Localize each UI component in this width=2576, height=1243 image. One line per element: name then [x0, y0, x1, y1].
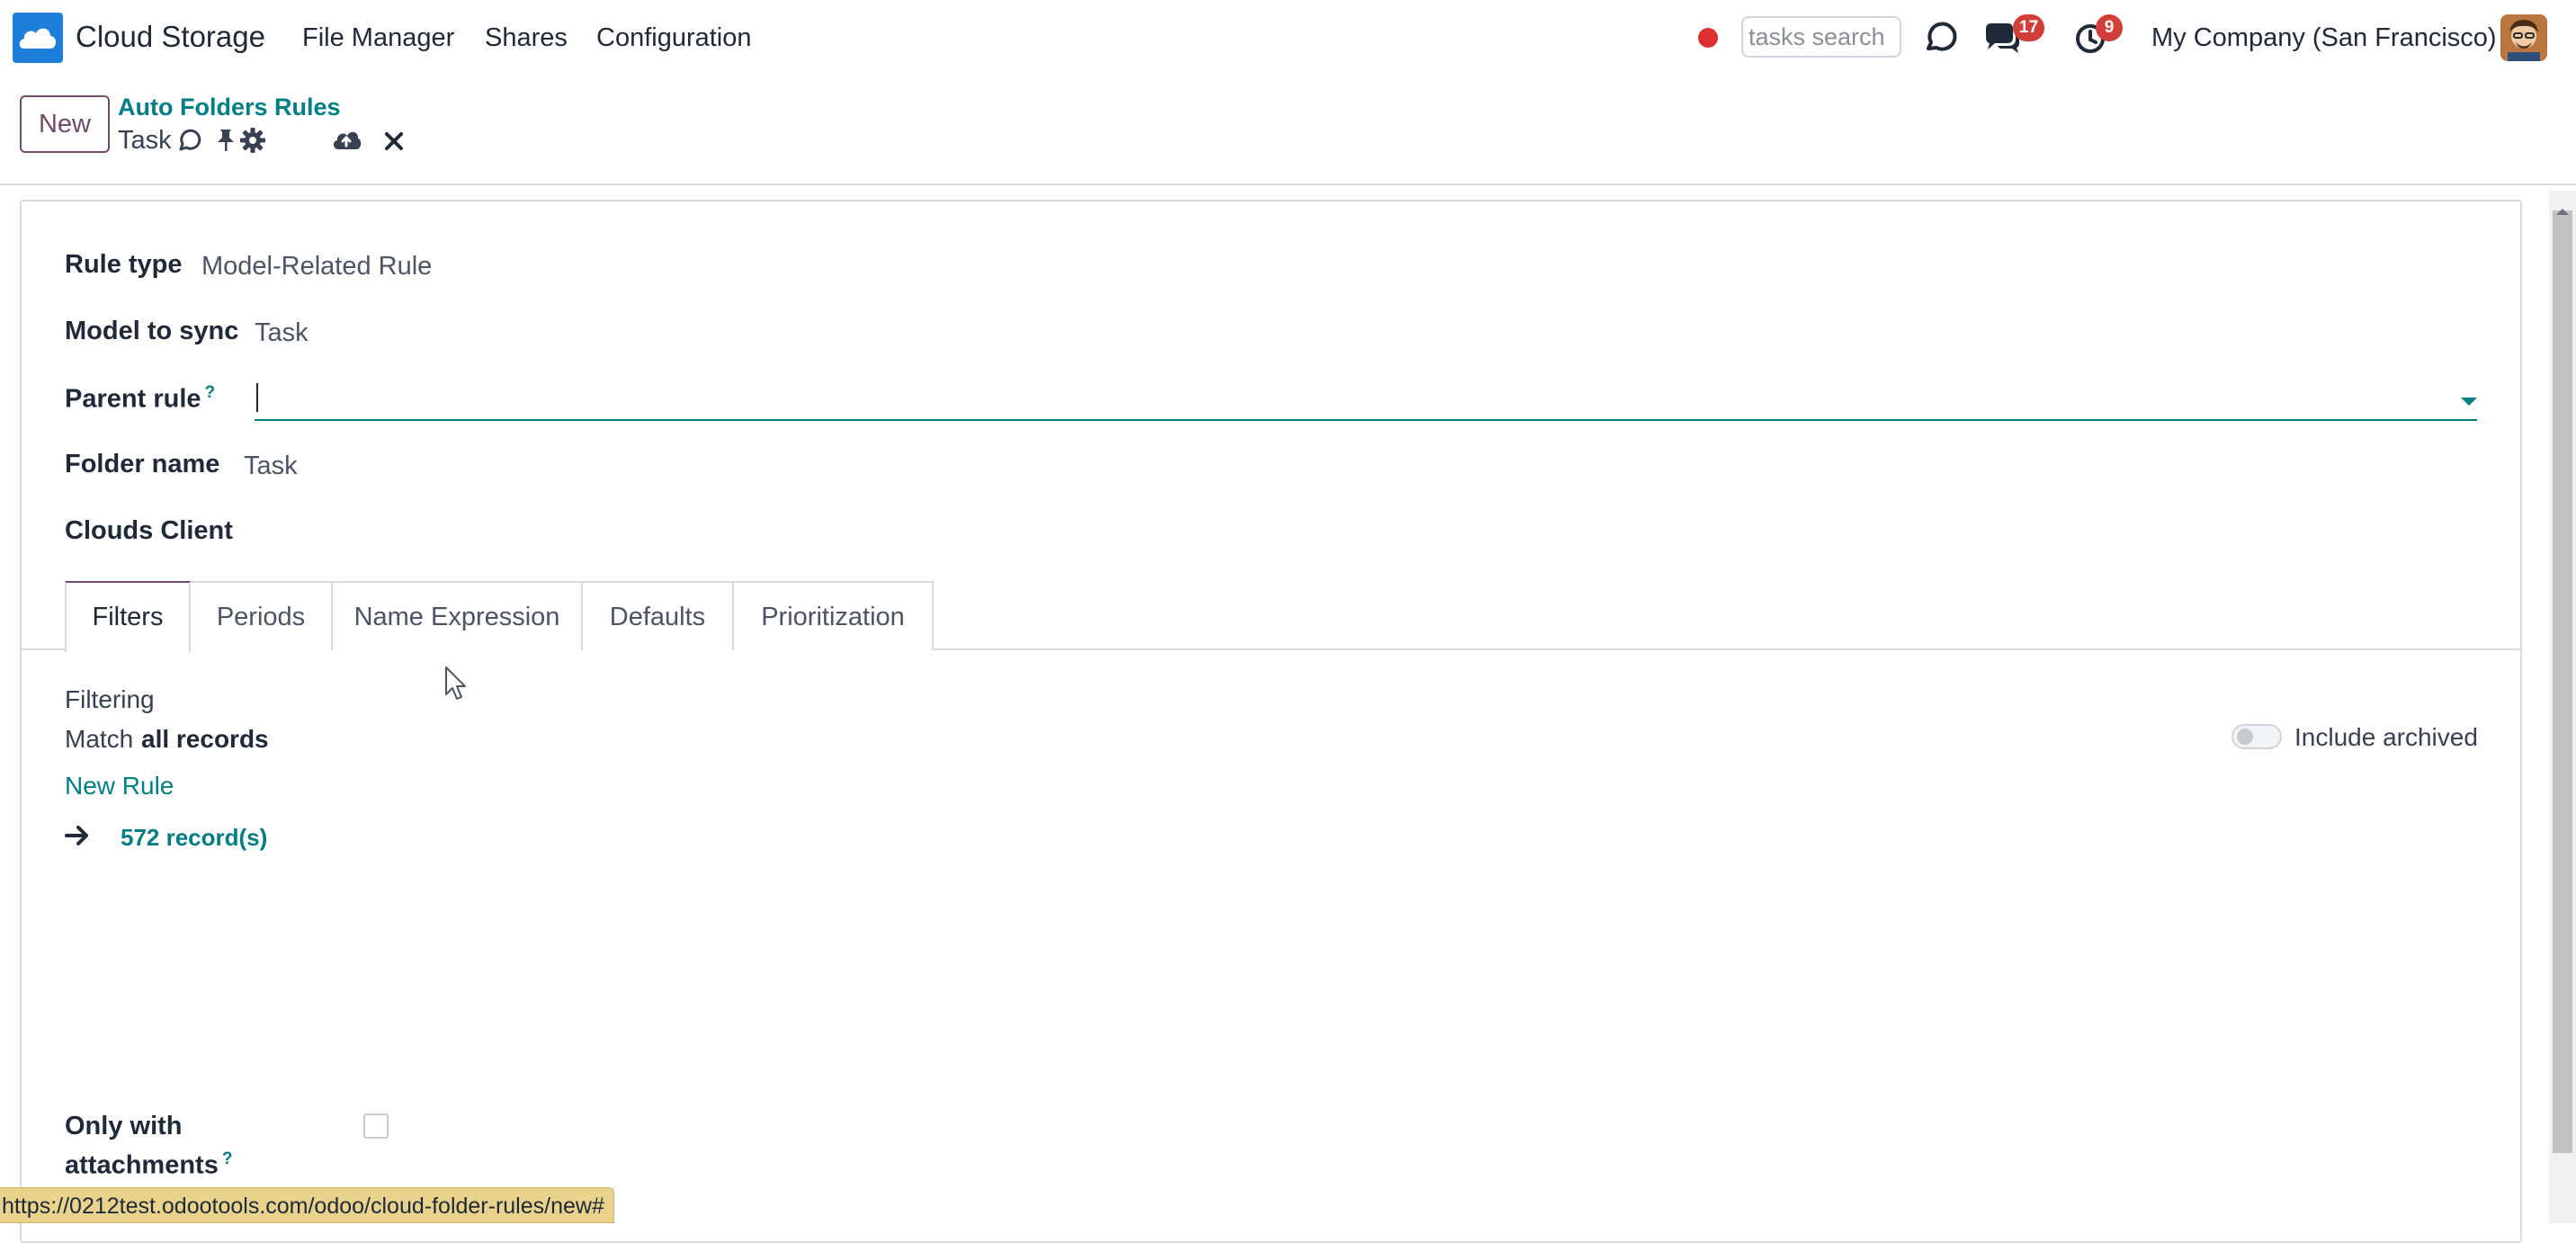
- gear-icon[interactable]: [239, 127, 266, 160]
- include-archived-label[interactable]: Include archived: [2294, 723, 2478, 752]
- toggle-knob: [2237, 729, 2253, 745]
- tasks-search-input[interactable]: [1741, 16, 1901, 58]
- only-attachments-help-icon[interactable]: ?: [222, 1149, 233, 1168]
- pin-icon[interactable]: [214, 128, 237, 159]
- company-switcher[interactable]: My Company (San Francisco): [2151, 23, 2497, 53]
- only-with-attachments-label-line2: attachments: [65, 1150, 219, 1180]
- only-with-attachments-label: attachments?: [65, 1149, 232, 1181]
- folder-name-label: Folder name: [65, 450, 220, 478]
- record-title: Task: [118, 126, 172, 155]
- only-with-attachments-label-line1: Only with: [65, 1112, 183, 1140]
- include-archived-toggle[interactable]: [2232, 724, 2282, 749]
- clouds-client-label: Clouds Client: [65, 516, 233, 545]
- model-to-sync-value[interactable]: Task: [255, 318, 309, 348]
- new-rule-link[interactable]: New Rule: [65, 772, 174, 800]
- parent-rule-input[interactable]: [255, 378, 2477, 421]
- folder-name-value[interactable]: Task: [244, 452, 298, 481]
- filtering-title: Filtering: [65, 685, 155, 713]
- only-with-attachments-checkbox[interactable]: [363, 1113, 389, 1139]
- top-navbar: Cloud Storage File Manager Shares Config…: [0, 0, 2576, 77]
- parent-rule-help-icon[interactable]: ?: [205, 383, 216, 402]
- model-to-sync-label: Model to sync: [65, 317, 239, 345]
- menu-configuration[interactable]: Configuration: [596, 23, 752, 53]
- menu-file-manager[interactable]: File Manager: [302, 23, 454, 53]
- close-icon[interactable]: [383, 130, 405, 158]
- rule-type-value[interactable]: Model-Related Rule: [201, 252, 432, 282]
- arrow-right-icon: [65, 824, 90, 854]
- match-all-records: all records: [141, 725, 269, 753]
- cloud-upload-icon[interactable]: [331, 126, 362, 159]
- app-name[interactable]: Cloud Storage: [76, 20, 265, 54]
- cloud-storage-logo-icon[interactable]: [13, 13, 63, 63]
- dropdown-arrow-icon[interactable]: [2461, 398, 2477, 406]
- tab-filters[interactable]: Filters: [65, 581, 191, 652]
- records-count-link[interactable]: 572 record(s): [121, 824, 267, 852]
- form-sheet: [20, 200, 2522, 1243]
- rule-type-label: Rule type: [65, 250, 183, 279]
- parent-rule-label: Parent rule?: [65, 383, 215, 415]
- tab-periods[interactable]: Periods: [189, 581, 333, 650]
- status-bar-url: https://0212test.odootools.com/odoo/clou…: [0, 1187, 614, 1223]
- tab-name-expression[interactable]: Name Expression: [331, 581, 583, 650]
- match-prefix: Match: [65, 725, 134, 753]
- breadcrumb-auto-folders-rules[interactable]: Auto Folders Rules: [118, 94, 341, 121]
- user-avatar[interactable]: [2500, 14, 2547, 61]
- menu-shares[interactable]: Shares: [485, 23, 568, 53]
- scroll-up-arrow-icon[interactable]: [2554, 194, 2571, 223]
- tab-prioritization[interactable]: Prioritization: [732, 581, 934, 650]
- tab-defaults[interactable]: Defaults: [581, 581, 734, 650]
- messages-count-badge: 17: [2013, 14, 2045, 41]
- scrollbar-thumb[interactable]: [2553, 210, 2572, 1153]
- text-caret: [256, 383, 258, 412]
- discuss-sync-icon[interactable]: [1921, 18, 1961, 58]
- recording-indicator[interactable]: [1698, 28, 1718, 48]
- new-button[interactable]: New: [20, 95, 110, 153]
- sync-icon[interactable]: [176, 127, 203, 160]
- control-panel-divider: [0, 183, 2576, 185]
- activities-count-badge: 9: [2096, 14, 2123, 41]
- mouse-cursor-icon: [444, 666, 468, 708]
- parent-rule-label-text: Parent rule: [65, 384, 201, 414]
